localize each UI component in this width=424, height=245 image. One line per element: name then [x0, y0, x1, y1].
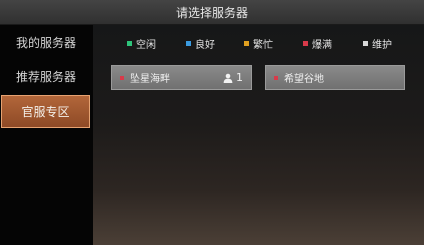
legend-label: 良好 [195, 39, 215, 51]
legend-item-idle: 空闲 [127, 35, 156, 51]
server-name: 希望谷地 [284, 74, 324, 85]
legend-label: 爆满 [312, 39, 332, 51]
server-status-dot [274, 75, 278, 80]
legend-item-full: 爆满 [303, 35, 332, 51]
character-count: 1 [223, 71, 243, 84]
legend-item-maintenance: 维护 [363, 35, 392, 51]
legend-label: 繁忙 [253, 39, 273, 51]
legend-item-busy: 繁忙 [244, 35, 273, 51]
status-full-swatch [303, 40, 308, 46]
server-card[interactable]: 坠星海畔 1 [111, 65, 252, 90]
legend-item-good: 良好 [186, 35, 215, 51]
sidebar-item-label: 推荐服务器 [15, 69, 76, 84]
person-icon [223, 73, 233, 83]
sidebar-item-label: 我的服务器 [15, 35, 76, 50]
sidebar-item-recommended-servers[interactable]: 推荐服务器 [0, 59, 92, 93]
server-card[interactable]: 希望谷地 [265, 65, 405, 90]
sidebar-item-label: 官服专区 [21, 105, 70, 119]
server-name: 坠星海畔 [130, 74, 170, 85]
status-busy-swatch [244, 40, 249, 46]
page-title: 请选择服务器 [175, 5, 248, 20]
status-legend: 空闲 良好 繁忙 爆满 维护 [93, 35, 424, 51]
status-good-swatch [186, 40, 191, 46]
sidebar-item-my-servers[interactable]: 我的服务器 [0, 25, 92, 59]
server-status-dot [120, 75, 124, 80]
server-select-screen: 请选择服务器 我的服务器 推荐服务器 官服专区 空闲 良好 繁忙 爆满 维护 坠… [0, 0, 424, 245]
status-maintenance-swatch [363, 40, 368, 46]
status-idle-swatch [127, 40, 132, 46]
sidebar: 我的服务器 推荐服务器 官服专区 [0, 25, 93, 245]
legend-label: 空闲 [136, 39, 156, 51]
sidebar-item-official-servers[interactable]: 官服专区 [1, 95, 90, 128]
character-count-value: 1 [236, 71, 243, 84]
title-bar: 请选择服务器 [0, 0, 424, 25]
server-list-panel: 空闲 良好 繁忙 爆满 维护 坠星海畔 1 希望谷地 [93, 25, 424, 245]
legend-label: 维护 [372, 39, 392, 51]
